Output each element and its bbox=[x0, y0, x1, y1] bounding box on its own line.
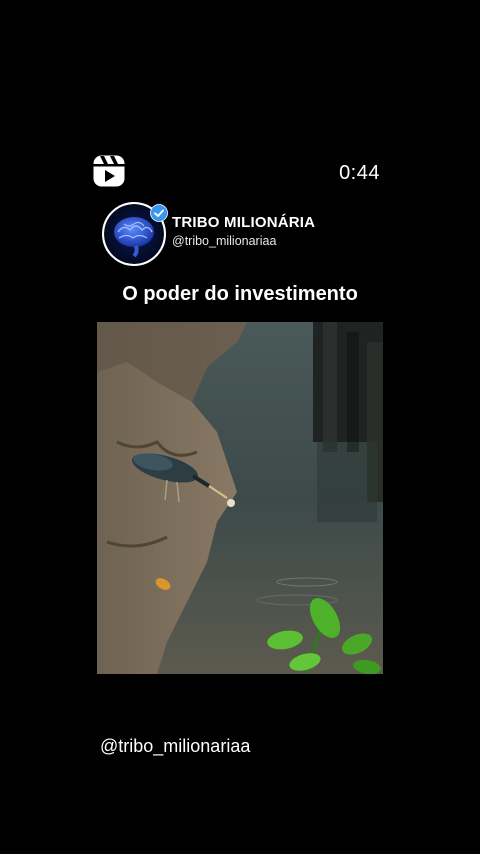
profile-text: TRIBO MILIONÁRIA @tribo_milionariaa bbox=[172, 214, 315, 248]
caption-handle[interactable]: @tribo_milionariaa bbox=[100, 736, 250, 757]
reel-screen: 0:44 TRIBO MILIONÁRIA @tribo_milionariaa… bbox=[0, 0, 480, 854]
video-timer: 0:44 bbox=[339, 162, 380, 184]
verified-badge-icon bbox=[150, 204, 168, 222]
post-headline: O poder do investimento bbox=[122, 283, 358, 305]
reels-icon[interactable] bbox=[92, 154, 126, 188]
video-frame[interactable] bbox=[97, 322, 383, 674]
profile-handle[interactable]: @tribo_milionariaa bbox=[172, 234, 315, 248]
profile-header[interactable]: TRIBO MILIONÁRIA @tribo_milionariaa bbox=[102, 202, 315, 266]
profile-name[interactable]: TRIBO MILIONÁRIA bbox=[172, 214, 315, 231]
